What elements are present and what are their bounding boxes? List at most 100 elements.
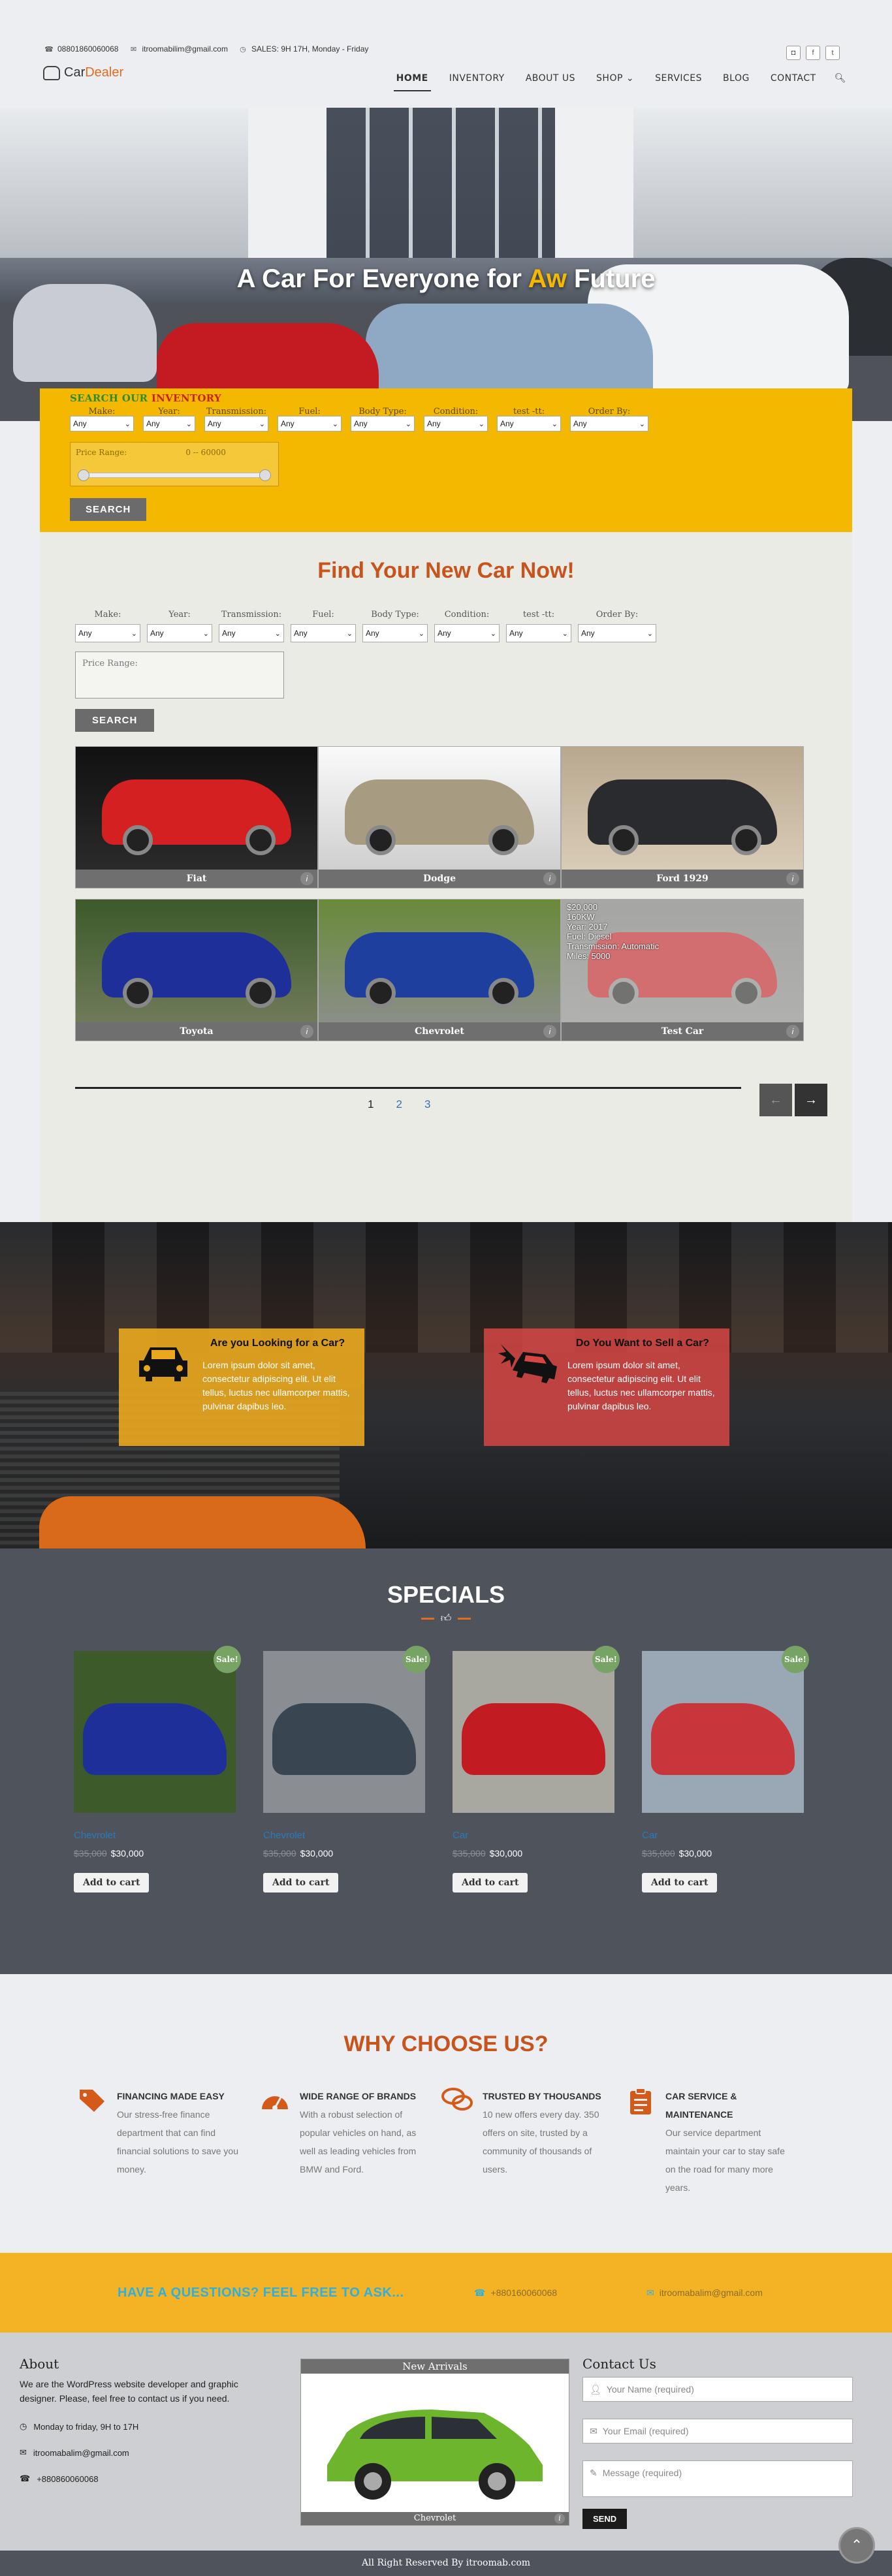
add-to-cart-button[interactable]: Add to cart xyxy=(453,1873,528,1893)
add-to-cart-button[interactable]: Add to cart xyxy=(74,1873,150,1893)
quick-filter: Fuel: Any xyxy=(278,407,342,432)
product-name[interactable]: Car xyxy=(453,1830,614,1842)
car-card[interactable]: Toyota i xyxy=(75,899,318,1041)
nav-about[interactable]: ABOUT US xyxy=(523,69,578,91)
add-to-cart-button[interactable]: Add to cart xyxy=(263,1873,339,1893)
page-number[interactable]: 3 xyxy=(424,1098,430,1111)
info-icon[interactable]: i xyxy=(554,2513,565,2524)
quick-filter-select[interactable]: Any xyxy=(278,416,342,432)
sell-car-promo[interactable]: Do You Want to Sell a Car? Lorem ipsum d… xyxy=(484,1328,729,1446)
page-number: 1 xyxy=(368,1098,374,1110)
site-logo[interactable]: CarDealer xyxy=(43,65,123,80)
buy-car-promo[interactable]: Are you Looking for a Car? Lorem ipsum d… xyxy=(119,1328,364,1446)
add-to-cart-button[interactable]: Add to cart xyxy=(642,1873,718,1893)
inventory-filter-select[interactable]: Any xyxy=(434,624,500,642)
inventory-price-range[interactable]: Price Range: xyxy=(75,652,284,699)
inventory-filter-select[interactable]: Any xyxy=(147,624,212,642)
inventory-filter-select[interactable]: Any xyxy=(506,624,571,642)
email-field[interactable]: ✉ Your Email (required) xyxy=(582,2419,853,2443)
product-image[interactable] xyxy=(74,1651,236,1813)
topbar-email[interactable]: ✉ itroomabilim@gmail.com xyxy=(129,44,228,54)
inventory-filter: Make: Any xyxy=(75,610,140,642)
next-page-arrow-icon[interactable]: → xyxy=(795,1084,827,1116)
car-wheel xyxy=(609,825,639,855)
footer-phone[interactable]: ☎ +880860060068 xyxy=(20,2474,268,2484)
prev-page-arrow-icon[interactable]: ← xyxy=(759,1084,792,1116)
quick-filter-select[interactable]: Any xyxy=(570,416,648,432)
price-slider-min-handle[interactable] xyxy=(78,469,89,481)
inventory-filter-select[interactable]: Any xyxy=(362,624,428,642)
car-card[interactable]: Dodge i xyxy=(318,746,561,888)
car-wheel xyxy=(123,825,153,855)
product-image[interactable] xyxy=(263,1651,425,1813)
social-links: ◘ f t xyxy=(786,46,840,60)
inventory-filter-label: Make: xyxy=(94,610,121,620)
search-icon[interactable]: 🔍︎ xyxy=(835,69,846,91)
inventory-filter-select[interactable]: Any xyxy=(291,624,356,642)
price-slider-track[interactable] xyxy=(78,469,271,481)
product-image[interactable] xyxy=(453,1651,614,1813)
nav-contact[interactable]: CONTACT xyxy=(768,69,819,91)
quick-filter-select[interactable]: Any xyxy=(204,416,268,432)
nav-blog[interactable]: BLOG xyxy=(720,69,752,91)
info-icon[interactable]: i xyxy=(786,872,799,885)
info-icon[interactable]: i xyxy=(543,1025,556,1038)
info-icon[interactable]: i xyxy=(786,1025,799,1038)
facebook-icon[interactable]: f xyxy=(806,46,820,60)
car-grid: Fiat i Dodge i Ford 1929 i Toyota i Chevrolet i $2… xyxy=(75,746,817,1041)
inventory-section: Find Your New Car Now! Make:AnyYear:AnyT… xyxy=(40,532,852,1222)
twitter-icon[interactable]: t xyxy=(825,46,840,60)
price-slider-max-handle[interactable] xyxy=(259,469,271,481)
instagram-icon[interactable]: ◘ xyxy=(786,46,801,60)
car-wheel xyxy=(123,978,153,1008)
car-card[interactable]: Fiat i xyxy=(75,746,318,888)
quick-filter-select[interactable]: Any xyxy=(351,416,415,432)
quick-filter-label: test -tt: xyxy=(513,407,545,416)
product-price: $35,000 $30,000 xyxy=(263,1848,425,1859)
specials-divider: 👍︎ xyxy=(0,1612,892,1625)
info-icon[interactable]: i xyxy=(300,1025,313,1038)
product-name[interactable]: Car xyxy=(642,1830,804,1842)
inventory-title: Find Your New Car Now! xyxy=(317,558,575,583)
inventory-filter-select[interactable]: Any xyxy=(75,624,140,642)
scroll-to-top-icon[interactable]: ⌃ xyxy=(838,2527,875,2564)
product-image[interactable] xyxy=(642,1651,804,1813)
cta-phone[interactable]: ☎ +880160060068 xyxy=(474,2287,557,2299)
message-field[interactable]: ✎ Message (required) xyxy=(582,2460,853,2497)
info-icon[interactable]: i xyxy=(543,872,556,885)
nav-home[interactable]: HOME xyxy=(393,69,431,91)
car-front-icon xyxy=(131,1338,196,1390)
quick-filter-select[interactable]: Any xyxy=(143,416,195,432)
nav-shop[interactable]: SHOP ⌄ xyxy=(594,69,637,91)
info-icon[interactable]: i xyxy=(300,872,313,885)
send-button[interactable]: SEND xyxy=(582,2509,628,2529)
nav-inventory[interactable]: INVENTORY xyxy=(447,69,507,91)
car-image xyxy=(76,900,317,1022)
new-arrivals-widget[interactable]: New Arrivals Chevrolet i xyxy=(300,2359,569,2526)
car-card[interactable]: Chevrolet i xyxy=(318,899,561,1041)
inventory-filter: Order By: Any xyxy=(578,610,656,642)
quick-filter-select[interactable]: Any xyxy=(424,416,488,432)
cta-email[interactable]: ✉ itroomabalim@gmail.com xyxy=(646,2287,763,2299)
inventory-filter-select[interactable]: Any xyxy=(578,624,656,642)
name-field[interactable]: 👤︎ Your Name (required) xyxy=(582,2377,853,2402)
user-icon: 👤︎ xyxy=(590,2383,601,2395)
quick-filter-select[interactable]: Any xyxy=(70,416,134,432)
topbar-phone[interactable]: ☎ 08801860060068 xyxy=(44,44,118,54)
page-number[interactable]: 2 xyxy=(396,1098,402,1111)
quick-search-button[interactable]: SEARCH xyxy=(70,498,147,521)
quick-search-heading: SEARCH OUR INVENTORY xyxy=(70,392,221,404)
car-crash-icon xyxy=(496,1338,561,1390)
car-name: Ford 1929 xyxy=(562,870,803,888)
new-arrivals-title: New Arrivals xyxy=(301,2359,569,2374)
inventory-search-button[interactable]: SEARCH xyxy=(75,709,155,732)
chat-bubbles-icon xyxy=(441,2087,475,2121)
footer-email[interactable]: ✉ itroomabalim@gmail.com xyxy=(20,2447,268,2458)
product-name[interactable]: Chevrolet xyxy=(74,1830,236,1842)
car-card[interactable]: $20,000 160KW Year: 2017 Fuel: Diesel Transm… xyxy=(561,899,804,1041)
product-name[interactable]: Chevrolet xyxy=(263,1830,425,1842)
inventory-filter-select[interactable]: Any xyxy=(219,624,284,642)
nav-services[interactable]: SERVICES xyxy=(652,69,705,91)
car-card[interactable]: Ford 1929 i xyxy=(561,746,804,888)
quick-filter-select[interactable]: Any xyxy=(497,416,561,432)
